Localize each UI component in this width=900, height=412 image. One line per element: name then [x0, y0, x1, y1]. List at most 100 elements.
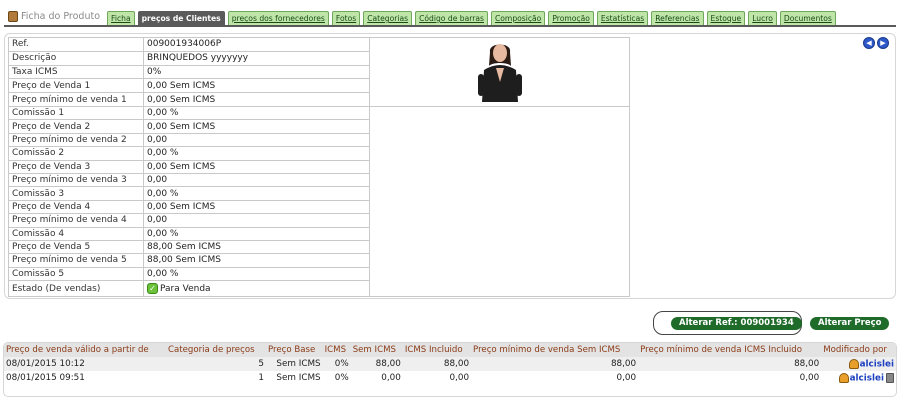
field-label: Preço mínimo de venda 2: [8, 132, 144, 148]
field-value: 88,00 Sem ICMS: [143, 239, 370, 255]
field-value: 0,00: [143, 132, 370, 148]
field-label: Preço mínimo de venda 5: [8, 253, 144, 268]
check-icon: ✓: [147, 282, 158, 294]
field-value: 0,00 %: [143, 266, 370, 282]
tab-list: Ficha preços de Clientes preços dos fornec…: [107, 11, 839, 25]
tab-lucro[interactable]: Lucro: [748, 11, 777, 25]
field-value: 009001934006P: [143, 37, 370, 52]
field-label: Descrição: [8, 50, 144, 66]
field-label: Preço de Venda 3: [8, 159, 144, 174]
tab-fotos[interactable]: Fotos: [331, 11, 361, 25]
status-value-text: Para Venda: [160, 283, 211, 294]
field-label: Preço mínimo de venda 1: [8, 92, 144, 107]
field-value: 0,00 %: [143, 105, 370, 121]
status-value: ✓ Para Venda: [143, 280, 370, 298]
field-label: Preço de Venda 2: [8, 119, 144, 134]
product-photo-image: [477, 44, 522, 102]
field-label: Comissão 1: [8, 105, 144, 121]
price-column-header[interactable]: Preço mínimo de venda Sem ICMS: [471, 343, 639, 357]
field-label: Preço mínimo de venda 3: [8, 172, 144, 188]
field-value: 0,00 Sem ICMS: [143, 92, 370, 107]
field-label: Ref.: [8, 37, 144, 52]
price-column-header[interactable]: Sem ICMS: [350, 343, 403, 357]
status-label: Estado (De vendas): [8, 280, 144, 298]
price-cell-date: 08/01/2015 10:12: [4, 357, 166, 371]
price-cell-icms: 0%: [334, 373, 349, 383]
table-row: 08/01/2015 09:51 1 Sem ICMS 0% 0,00 0,00 0,00 0…: [4, 371, 896, 385]
price-cell-min-incl: 0,00: [799, 373, 820, 383]
field-value: 0,00 %: [143, 186, 370, 201]
tab-promo-o[interactable]: Promoção: [548, 11, 594, 25]
price-column-header[interactable]: Preço Base: [265, 343, 323, 357]
price-cell-sem: 88,00: [350, 357, 403, 371]
field-value: 0%: [143, 64, 370, 80]
price-cell-category: 5: [165, 357, 266, 371]
product-info-row: Ref. 009001934006P: [8, 37, 630, 107]
price-cell-icms: 0%: [322, 357, 351, 371]
field-value: 0,00: [143, 213, 370, 228]
price-cell-min-sem: 88,00: [471, 357, 639, 371]
price-cell-base: Sem ICMS: [265, 357, 323, 371]
tab-referencias[interactable]: Referencias: [651, 11, 704, 25]
tab-pre-os-dos-fornecedores[interactable]: preços dos fornecedores: [227, 11, 329, 25]
field-value: 0,00 Sem ICMS: [143, 199, 370, 215]
alter-ref-button[interactable]: Alterar Ref.: 009001934: [671, 317, 802, 330]
alter-price-button[interactable]: Alterar Preço: [810, 317, 890, 330]
price-cell-incl: 88,00: [402, 357, 472, 371]
price-history-table: Preço de venda válido a partir de Categor…: [3, 342, 897, 397]
price-column-header[interactable]: ICMS Incluido: [402, 343, 472, 357]
field-label: Preço de Venda 5: [8, 239, 144, 255]
field-value: BRINQUEDOS yyyyyyy: [143, 50, 370, 66]
tab-categorias[interactable]: Categorias: [363, 11, 413, 25]
next-record-icon[interactable]: ▶: [877, 37, 889, 49]
price-column-header[interactable]: Categoria de preços: [165, 343, 266, 357]
product-panel: ◀ ▶ Ref. 009001934006P Descrição BRINQUEDOS…: [4, 33, 896, 299]
product-sheet-title-label: Ficha do Produto: [21, 11, 101, 22]
field-value: 88,00 Sem ICMS: [143, 253, 370, 268]
previous-record-icon[interactable]: ◀: [863, 37, 875, 49]
field-label: Comissão 2: [8, 146, 144, 161]
price-history-header: Preço de venda válido a partir de Categor…: [4, 343, 896, 357]
tab-c-digo-de-barras[interactable]: Código de barras: [415, 11, 488, 25]
field-label: Comissão 3: [8, 186, 144, 201]
modified-by-user-link[interactable]: alcislei: [850, 373, 884, 383]
tab-documentos[interactable]: Documentos: [779, 11, 836, 25]
field-label: Comissão 5: [8, 266, 144, 282]
price-column-header[interactable]: Preço mínimo de venda ICMS Incluido: [638, 343, 822, 357]
field-value: 0,00 Sem ICMS: [143, 119, 370, 134]
modified-by-cell: alcislei: [821, 371, 896, 385]
product-icon: [8, 11, 18, 22]
field-label: Preço mínimo de venda 4: [8, 213, 144, 228]
user-icon: [838, 372, 849, 383]
modified-by-cell: alcislei: [821, 357, 896, 371]
price-cell-min-sem: 0,00: [616, 373, 637, 383]
delete-icon[interactable]: [886, 372, 894, 383]
price-cell-incl: 0,00: [449, 373, 470, 383]
record-navigation: ◀ ▶: [863, 37, 889, 49]
tab-estoque[interactable]: Estoque: [706, 11, 746, 25]
field-label: Taxa ICMS: [8, 64, 144, 80]
product-info-table: Ref. 009001934006P Descrição BRINQUEDOS yyy…: [8, 37, 630, 298]
modified-by-user-link[interactable]: alcislei: [860, 359, 894, 369]
tab-estat-sticas[interactable]: Estatísticas: [596, 11, 649, 25]
field-label: Preço de Venda 4: [8, 199, 144, 215]
product-photo: [369, 37, 630, 107]
price-column-header[interactable]: Preço de venda válido a partir de: [4, 343, 166, 357]
tab-ficha[interactable]: Ficha: [107, 11, 135, 25]
field-value: 0,00: [143, 172, 370, 188]
field-value: 0,00 Sem ICMS: [143, 78, 370, 94]
price-column-header[interactable]: ICMS: [322, 343, 351, 357]
price-column-header[interactable]: Modificado por: [821, 343, 896, 357]
price-cell-category: 1: [258, 373, 264, 383]
price-cell-sem: 0,00: [381, 373, 401, 383]
field-label: Comissão 4: [8, 226, 144, 241]
product-info-row: Comissão 1 0,00 %: [8, 105, 630, 298]
price-cell-base: Sem ICMS: [276, 373, 321, 383]
photo-area-blank: [369, 105, 630, 298]
product-sheet-title: Ficha do Produto: [4, 11, 104, 25]
tab-bar: Ficha do Produto Ficha preços de Clientes…: [4, 9, 896, 27]
field-value: 0,00 Sem ICMS: [143, 159, 370, 174]
tab-composi-o[interactable]: Composição: [490, 11, 546, 25]
tab-pre-os-de-clientes[interactable]: preços de Clientes: [137, 11, 225, 25]
price-cell-min-incl: 88,00: [638, 357, 822, 371]
